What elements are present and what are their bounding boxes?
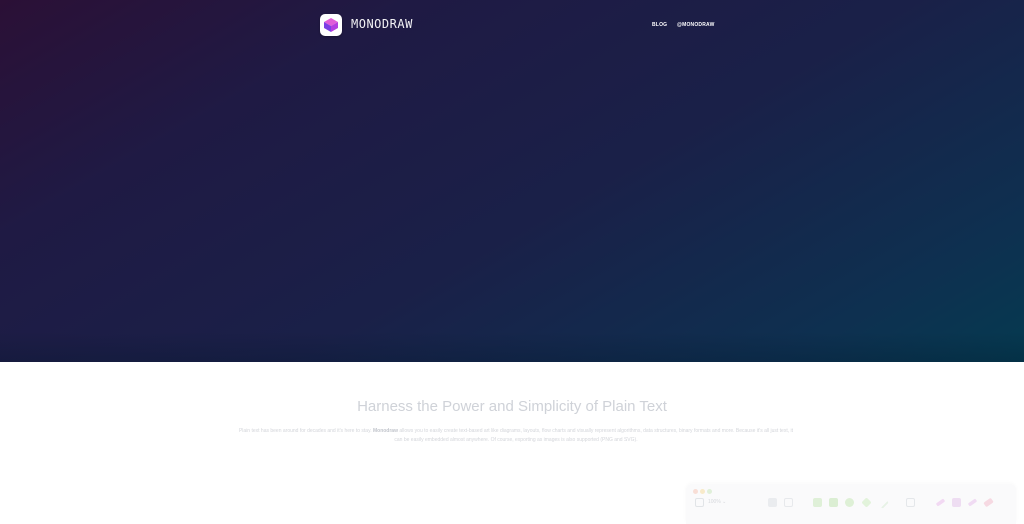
brush-tool-icon xyxy=(967,498,978,507)
eraser-tool-icon xyxy=(983,497,994,508)
rectangle-tool-icon xyxy=(813,498,822,507)
nav-blog-link[interactable]: BLOG xyxy=(652,22,667,28)
intro-text-start: Plain text has been around for decades a… xyxy=(238,428,373,434)
window-zoom-dot xyxy=(707,489,712,494)
fill-tool-icon xyxy=(952,498,961,507)
text-tool-icon xyxy=(829,498,838,507)
canvas-icon xyxy=(906,498,915,507)
section-headline: Harness the Power and Simplicity of Plai… xyxy=(357,398,667,415)
window-minimize-dot xyxy=(700,489,705,494)
sidebar-toggle-icon xyxy=(695,498,704,507)
oval-tool-icon xyxy=(845,498,854,507)
app-preview-window: 100% ⌄ xyxy=(686,484,1016,524)
diamond-tool-icon xyxy=(861,497,872,508)
brand-name[interactable]: MONODRAW xyxy=(351,17,413,31)
window-close-dot xyxy=(693,489,698,494)
rotate-icon xyxy=(784,498,793,507)
intro-paragraph: Plain text has been around for decades a… xyxy=(236,427,796,445)
line-tool-icon xyxy=(876,496,889,509)
group-icon xyxy=(768,498,777,507)
hero-banner: MONODRAW BLOG @MONODRAW xyxy=(0,0,1024,362)
intro-text-end: allows you to easily create text-based a… xyxy=(394,428,794,443)
monodraw-logo-icon[interactable] xyxy=(320,14,342,36)
pencil-tool-icon xyxy=(935,498,946,507)
intro-product-name: Monodraw xyxy=(372,428,398,434)
zoom-select: 100% ⌄ xyxy=(708,499,727,505)
nav-twitter-link[interactable]: @MONODRAW xyxy=(677,22,715,28)
